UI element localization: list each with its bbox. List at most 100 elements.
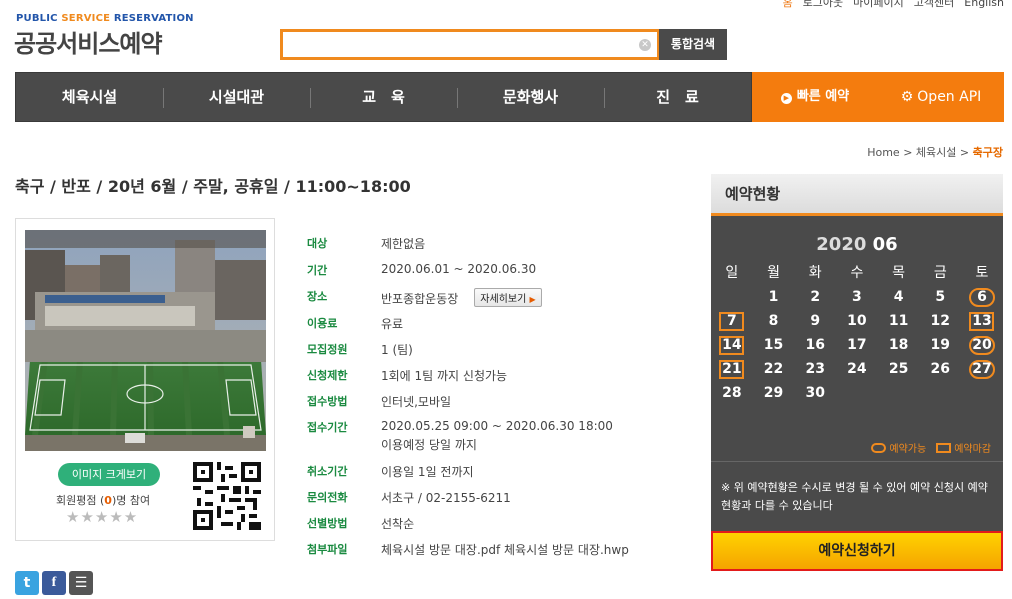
calendar-day-number: 18 xyxy=(888,337,909,353)
calendar-day: 7 xyxy=(711,310,753,334)
apply-reservation-button[interactable]: 예약신청하기 xyxy=(711,531,1003,571)
calendar-day-number: 8 xyxy=(768,313,779,329)
calendar-week: 7 8 9 10 11 12 13 xyxy=(711,310,1003,334)
calendar-day-number: 6 xyxy=(968,288,995,307)
info-key: 접수방법 xyxy=(307,395,348,408)
twitter-icon[interactable]: t xyxy=(15,571,39,595)
clear-icon[interactable]: ✕ xyxy=(639,39,651,51)
play-circle-icon: ▶ xyxy=(780,93,792,104)
nav-item-medical[interactable]: 진 료 xyxy=(604,73,751,121)
attachment-links[interactable]: 체육시설 방문 대장.pdf 체육시설 방문 대장.hwp xyxy=(381,541,629,558)
search-input[interactable] xyxy=(283,32,623,57)
calendar-day xyxy=(836,382,878,406)
calendar-day: 22 xyxy=(753,358,795,382)
calendar-day[interactable]: 27 xyxy=(961,358,1003,382)
calendar-day-number: 24 xyxy=(847,361,867,377)
calendar-day: 12 xyxy=(919,310,961,334)
logo-english[interactable]: PUBLIC SERVICE RESERVATION xyxy=(16,13,194,24)
page-title: 축구 / 반포 / 20년 6월 / 주말, 공휴일 / 11:00~18:00 xyxy=(15,177,411,196)
search-button[interactable]: 통합검색 xyxy=(659,29,727,60)
calendar-day-number: 27 xyxy=(968,360,995,379)
location-detail-button[interactable]: 자세히보기 ▶ xyxy=(474,288,542,307)
star-rating-icon[interactable]: ★★★★★ xyxy=(66,508,138,526)
support-link[interactable]: 고객센터 xyxy=(914,0,954,9)
info-value: 유료 xyxy=(381,317,404,331)
facebook-icon[interactable]: f xyxy=(42,571,66,595)
mypage-link[interactable]: 마이페이지 xyxy=(853,0,904,9)
english-link[interactable]: English xyxy=(964,0,1004,9)
facility-photo[interactable] xyxy=(25,230,266,451)
breadcrumb-sep: > xyxy=(959,146,970,159)
rating-suffix: )명 참여 xyxy=(111,494,151,507)
info-value: 인터넷,모바일 xyxy=(381,395,452,409)
logo-korean[interactable]: 공공서비스예약 xyxy=(14,24,163,59)
calendar-dow: 월 xyxy=(767,265,780,281)
legend-available: 예약가능 xyxy=(889,444,927,455)
arrow-right-icon: ▶ xyxy=(529,295,536,304)
calendar-header: 예약현황 xyxy=(711,174,1003,216)
calendar-day[interactable]: 6 xyxy=(961,286,1003,310)
legend-closed: 예약마감 xyxy=(954,444,991,455)
nav-item-education[interactable]: 교 육 xyxy=(310,73,457,121)
calendar-day-number: 28 xyxy=(722,385,742,401)
info-value-sub: 이용예정 당일 까지 xyxy=(381,438,477,452)
calendar-day: 5 xyxy=(919,286,961,310)
calendar-day xyxy=(919,382,961,406)
open-api-button[interactable]: ⚙ Open API xyxy=(878,72,1004,122)
calendar-dow: 일 xyxy=(725,265,739,281)
calendar-week: 28 29 30 xyxy=(711,382,1003,406)
utility-links: 홈 로그아웃 마이페이지 고객센터 English xyxy=(773,0,1004,10)
calendar-week: 14 15 16 17 18 19 20 xyxy=(711,334,1003,358)
quick-nav: ▶ 빠른 예약 ⚙ Open API xyxy=(752,72,1004,122)
calendar-day: 25 xyxy=(878,358,920,382)
calendar-day-number: 17 xyxy=(847,337,867,353)
calendar-day-number: 19 xyxy=(930,337,951,353)
calendar-day-number: 15 xyxy=(763,337,784,353)
blog-icon[interactable]: ☰ xyxy=(69,571,93,595)
calendar-day: 26 xyxy=(919,358,961,382)
calendar-day xyxy=(878,382,920,406)
info-value: 제한없음 xyxy=(381,237,426,251)
breadcrumb-home[interactable]: Home xyxy=(867,146,899,159)
calendar-day-number: 10 xyxy=(847,313,867,329)
main-nav: 체육시설 시설대관 교 육 문화행사 진 료 xyxy=(15,72,752,122)
nav-item-culture[interactable]: 문화행사 xyxy=(457,73,604,121)
search-box: ✕ xyxy=(280,29,660,60)
calendar-year-month: 2020 06 xyxy=(711,234,1003,255)
calendar-day-number: 20 xyxy=(968,336,995,355)
info-key: 취소기간 xyxy=(307,465,348,478)
nav-item-facility-rental[interactable]: 시설대관 xyxy=(163,73,310,121)
calendar-dow: 목 xyxy=(892,265,906,281)
calendar-day: 9 xyxy=(794,310,836,334)
nav-item-sports[interactable]: 체육시설 xyxy=(16,73,163,121)
calendar-day-number: 21 xyxy=(719,360,745,379)
calendar-day[interactable]: 20 xyxy=(961,334,1003,358)
logout-link[interactable]: 로그아웃 xyxy=(803,0,843,9)
image-card: 이미지 크게보기 회원평점 (0)명 참여 ★★★★★ xyxy=(15,218,275,541)
rating-count: 0 xyxy=(104,494,112,507)
info-key: 대상 xyxy=(307,237,328,250)
calendar-day xyxy=(961,382,1003,406)
calendar-day-number: 13 xyxy=(969,312,995,331)
calendar-day-number: 29 xyxy=(763,385,784,401)
available-marker-icon xyxy=(871,443,887,453)
open-api-label: Open API xyxy=(917,89,982,105)
calendar-day-number: 1 xyxy=(768,289,779,305)
calendar-day: 10 xyxy=(836,310,878,334)
calendar-day-number: 26 xyxy=(930,361,951,377)
calendar-day: 21 xyxy=(711,358,753,382)
calendar-day: 3 xyxy=(836,286,878,310)
info-key: 문의전화 xyxy=(307,491,348,504)
calendar-legend: 예약가능 예약마감 xyxy=(871,440,991,455)
calendar-day: 1 xyxy=(753,286,795,310)
breadcrumb-sports[interactable]: 체육시설 xyxy=(916,146,956,159)
info-key: 모집정원 xyxy=(307,343,348,356)
calendar-day-number: 2 xyxy=(810,289,821,305)
home-link[interactable]: 홈 xyxy=(783,0,793,9)
quick-reserve-button[interactable]: ▶ 빠른 예약 xyxy=(752,72,878,122)
calendar-day-number: 14 xyxy=(719,336,745,355)
calendar-day: 13 xyxy=(961,310,1003,334)
logo-en-suffix: RESERVATION xyxy=(113,13,194,24)
calendar-day: 24 xyxy=(836,358,878,382)
enlarge-image-button[interactable]: 이미지 크게보기 xyxy=(58,463,160,486)
